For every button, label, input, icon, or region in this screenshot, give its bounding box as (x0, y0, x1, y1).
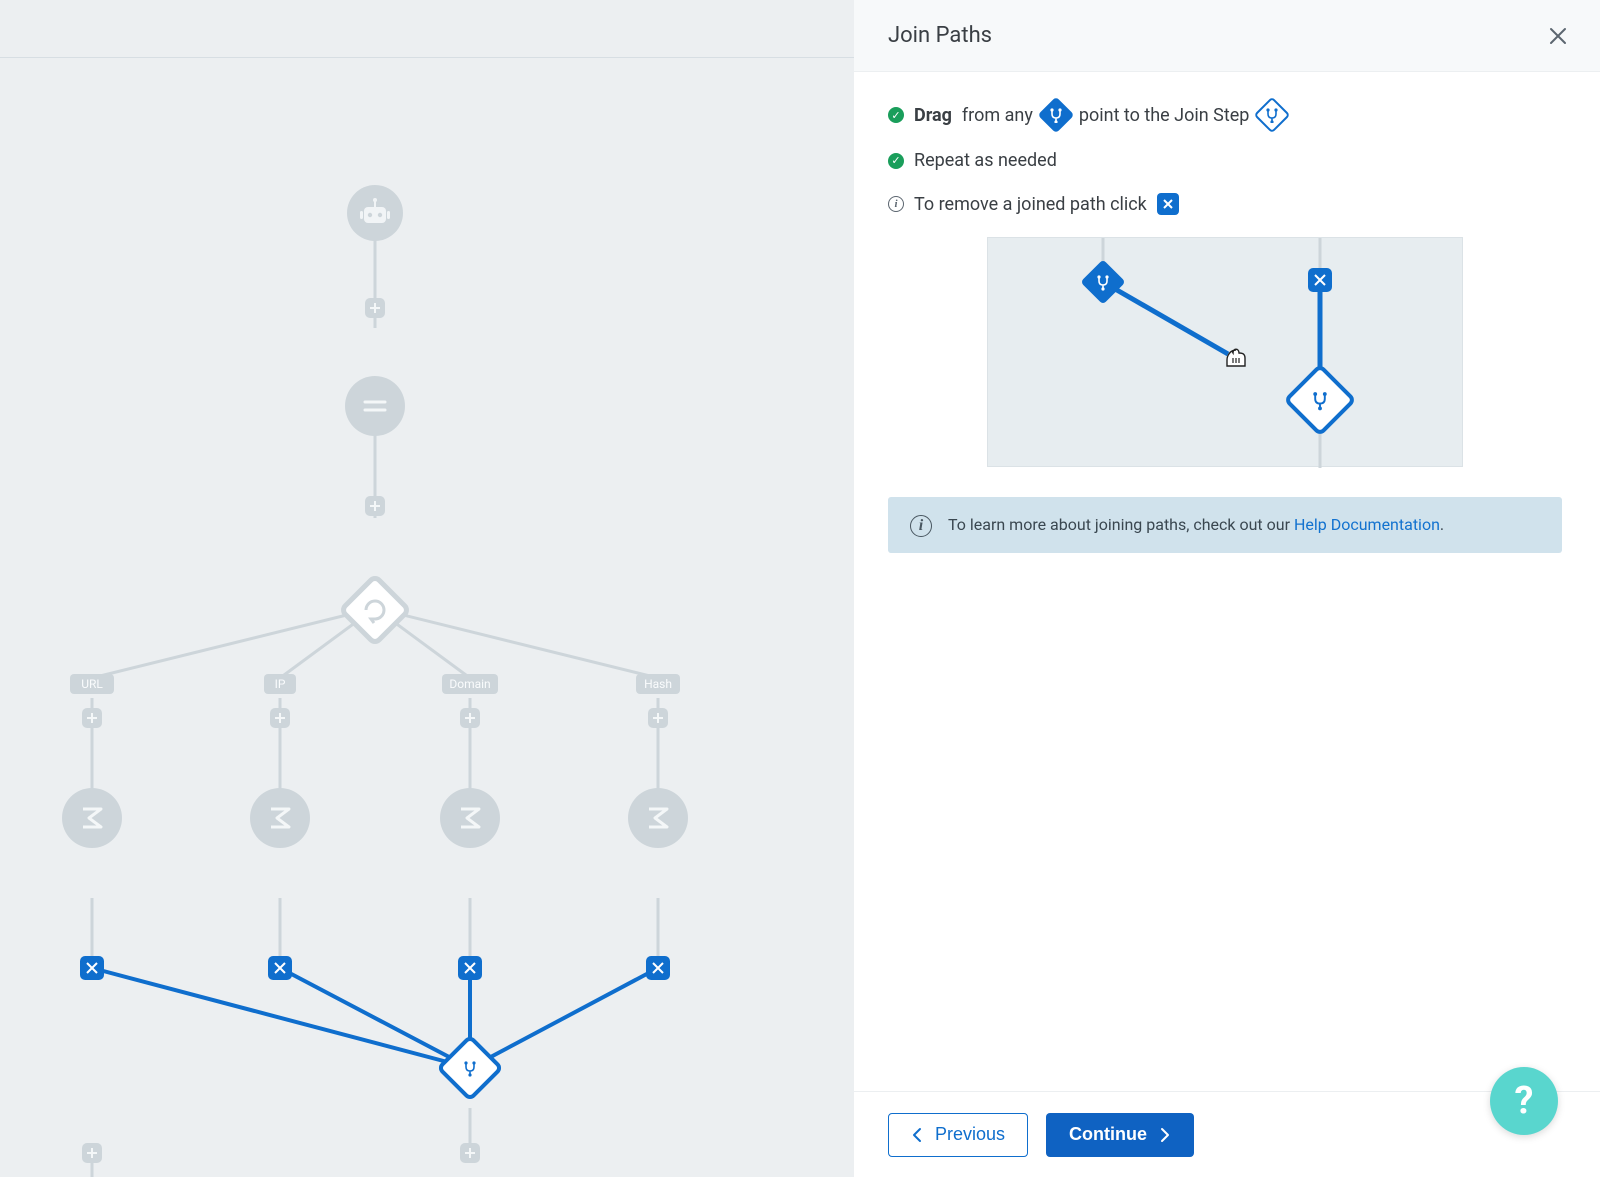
join-step-node[interactable] (439, 1037, 501, 1099)
remove-join-button[interactable] (80, 956, 104, 980)
condition-node[interactable] (345, 376, 405, 436)
instruction-remove: i To remove a joined path click (888, 193, 1562, 215)
remove-join-button[interactable] (458, 956, 482, 980)
add-step-button[interactable] (365, 496, 385, 516)
action-node[interactable] (62, 788, 122, 848)
cursor-icon (1227, 349, 1245, 366)
instruction-drag: ✓ Drag from any point to the Join Step (888, 102, 1562, 128)
branch-label: Hash (644, 677, 672, 691)
panel-footer: Previous Continue (854, 1091, 1600, 1177)
add-step-button[interactable] (270, 708, 290, 728)
instruction-drag-bold: Drag (914, 105, 952, 126)
join-point-icon (1037, 97, 1074, 134)
canvas-topbar (0, 0, 854, 58)
panel-title: Join Paths (888, 23, 992, 48)
add-step-button[interactable] (82, 1143, 102, 1163)
close-icon (1548, 26, 1568, 46)
workflow-diagram: URL (0, 58, 854, 1177)
instruction-text: To remove a joined path click (914, 194, 1147, 215)
close-panel-button[interactable] (1544, 22, 1572, 50)
add-step-button[interactable] (82, 708, 102, 728)
join-step-icon (1254, 97, 1291, 134)
info-icon: i (910, 515, 932, 537)
chevron-left-icon (911, 1127, 923, 1143)
instruction-text: point to the Join Step (1079, 105, 1250, 126)
remove-join-button[interactable] (646, 956, 670, 980)
instruction-repeat: ✓ Repeat as needed (888, 150, 1562, 171)
action-node[interactable] (628, 788, 688, 848)
continue-button[interactable]: Continue (1046, 1113, 1194, 1157)
action-node[interactable] (250, 788, 310, 848)
check-icon: ✓ (888, 107, 904, 123)
help-text: . (1440, 515, 1444, 534)
add-step-button[interactable] (460, 1143, 480, 1163)
branch-label: URL (81, 677, 103, 691)
previous-button[interactable]: Previous (888, 1113, 1028, 1157)
branch-label: IP (275, 677, 286, 691)
check-icon: ✓ (888, 153, 904, 169)
remove-join-icon (1157, 193, 1179, 215)
button-label: Previous (935, 1124, 1005, 1145)
branch-label: Domain (449, 677, 490, 691)
workflow-canvas[interactable]: URL (0, 0, 854, 1177)
help-text: To learn more about joining paths, check… (948, 515, 1294, 534)
help-documentation-link[interactable]: Help Documentation (1294, 515, 1440, 534)
instruction-text: from any (962, 105, 1033, 126)
demo-illustration (987, 237, 1463, 467)
add-step-button[interactable] (365, 298, 385, 318)
info-icon: i (888, 196, 904, 212)
remove-join-button[interactable] (268, 956, 292, 980)
side-panel: Join Paths ✓ Drag from any point to the … (854, 0, 1600, 1177)
action-node[interactable] (440, 788, 500, 848)
button-label: Continue (1069, 1124, 1147, 1145)
question-icon: ? (1515, 1079, 1534, 1123)
add-step-button[interactable] (648, 708, 668, 728)
help-fab-button[interactable]: ? (1490, 1067, 1558, 1135)
start-node[interactable] (347, 185, 403, 241)
chevron-right-icon (1159, 1127, 1171, 1143)
help-callout: i To learn more about joining paths, che… (888, 497, 1562, 553)
instruction-text: Repeat as needed (914, 150, 1057, 171)
loop-node[interactable] (341, 576, 409, 644)
add-step-button[interactable] (460, 708, 480, 728)
